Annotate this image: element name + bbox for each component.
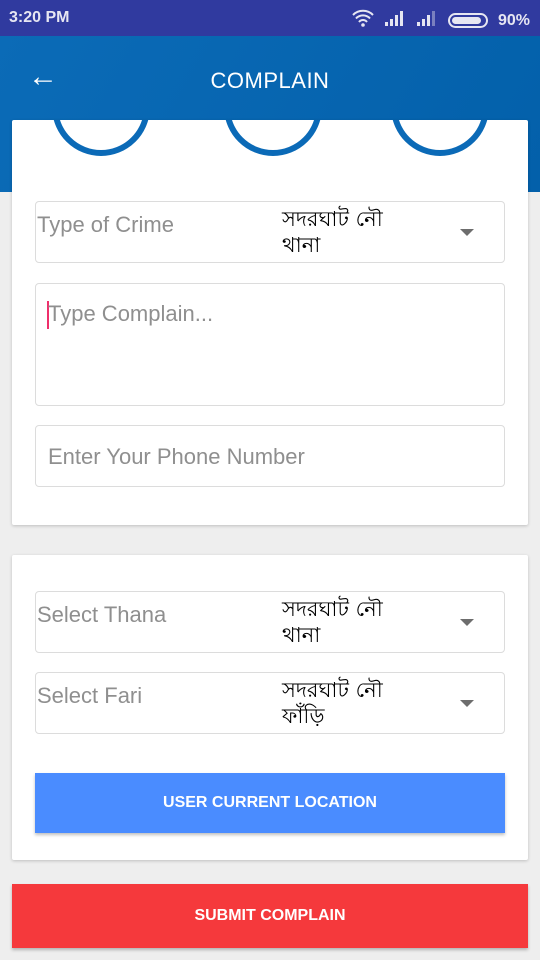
crime-type-dropdown[interactable]: Type of Crime সদরঘাট নৌ থানা: [35, 201, 505, 263]
battery-percent: 90%: [497, 11, 530, 29]
signal-icon: [384, 10, 406, 31]
category-icon-2[interactable]: [224, 120, 322, 156]
thana-value: সদরঘাট নৌ থানা: [282, 597, 383, 647]
fari-dropdown[interactable]: Select Fari সদরঘাট নৌ ফাঁড়ি: [35, 672, 505, 734]
phone-input[interactable]: Enter Your Phone Number: [35, 425, 505, 487]
crime-type-value: সদরঘাট নৌ থানা: [282, 207, 383, 257]
signal-2-icon: [416, 10, 438, 31]
thana-dropdown[interactable]: Select Thana সদরঘাট নৌ থানা: [35, 591, 505, 653]
category-icon-1[interactable]: [52, 120, 150, 156]
current-location-button[interactable]: USER CURRENT LOCATION: [35, 773, 505, 833]
battery-icon: [447, 13, 488, 28]
complain-placeholder: Type Complain...: [48, 301, 214, 326]
location-card: Select Thana সদরঘাট নৌ থানা Select Fari …: [12, 555, 528, 860]
page-title: COMPLAIN: [210, 68, 330, 93]
category-icon-3[interactable]: [391, 120, 489, 156]
crime-type-label: Type of Crime: [37, 212, 174, 237]
phone-placeholder: Enter Your Phone Number: [48, 444, 305, 469]
dropdown-arrow-icon: [460, 229, 474, 236]
submit-complain-button[interactable]: SUBMIT COMPLAIN: [12, 884, 528, 948]
status-bar: 3:20 PM 90%: [0, 0, 540, 36]
complain-card: Type of Crime সদরঘাট নৌ থানা Type Compla…: [12, 120, 528, 525]
thana-label: Select Thana: [37, 602, 167, 627]
fari-value: সদরঘাট নৌ ফাঁড়ি: [282, 678, 383, 728]
status-time: 3:20 PM: [9, 9, 70, 26]
fari-label: Select Fari: [37, 683, 143, 708]
dropdown-arrow-icon: [460, 700, 474, 707]
wifi-icon: [352, 9, 374, 32]
complain-textarea[interactable]: Type Complain...: [35, 283, 505, 406]
dropdown-arrow-icon: [460, 619, 474, 626]
